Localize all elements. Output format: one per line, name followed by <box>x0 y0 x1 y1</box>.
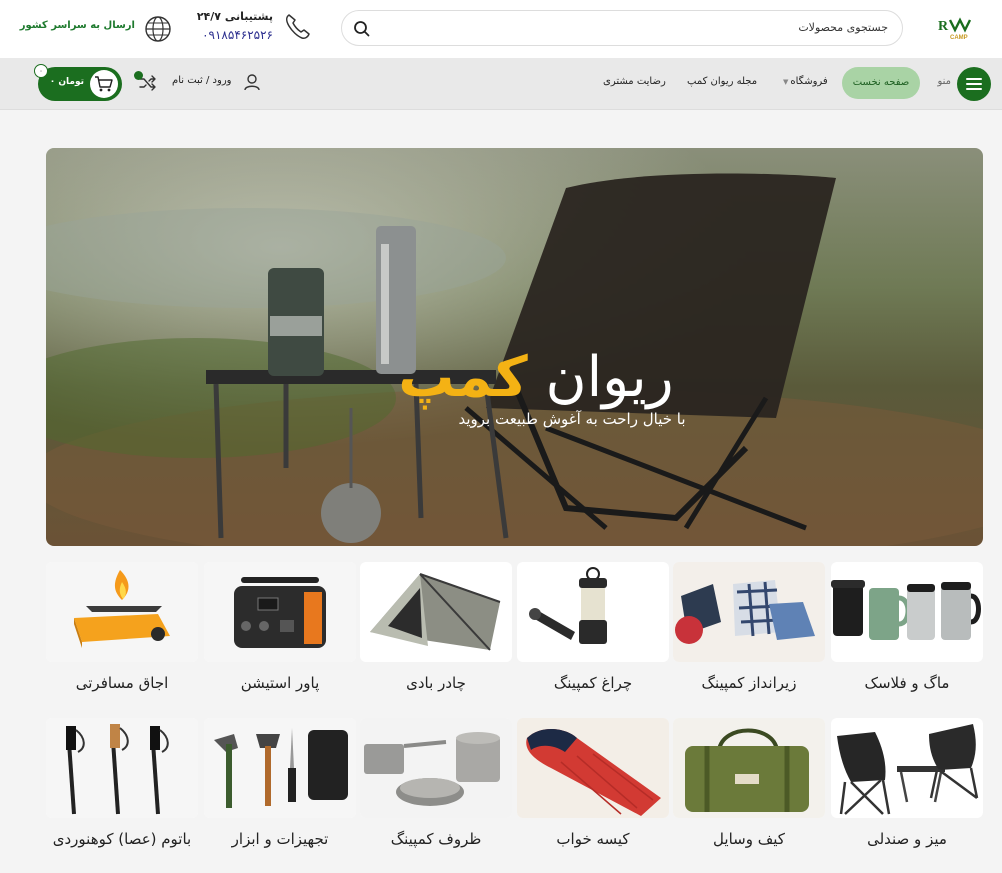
nav-item-shop[interactable]: ▼ فروشگاه <box>783 76 828 87</box>
category-mugs[interactable]: ماگ و فلاسک <box>831 562 983 694</box>
menu-button[interactable] <box>957 67 991 101</box>
hero-subtitle: با خیال راحت به آغوش طبیعت بروید <box>458 410 686 428</box>
category-label: تجهیزات و ابزار <box>231 830 329 848</box>
category-tables-chairs[interactable]: میز و صندلی <box>831 718 983 850</box>
category-cookware[interactable]: ظروف کمپینگ <box>360 718 512 850</box>
support-phone[interactable]: ۰۹۱۸۵۴۶۲۵۲۶ <box>202 28 273 42</box>
category-tools[interactable]: تجهیزات و ابزار <box>204 718 356 850</box>
hero-title: ریوان کمپ <box>376 343 696 413</box>
cart-amount: ۰ تومان <box>49 77 84 87</box>
hero-title-main: ریوان <box>545 345 674 410</box>
tools-icon <box>204 718 356 818</box>
nav-item-magazine[interactable]: مجله ریوان کمپ <box>687 76 757 87</box>
mugs-icon <box>831 562 983 662</box>
power-station-icon <box>204 562 356 662</box>
site-logo[interactable]: R CAMP <box>938 14 978 42</box>
hero-banner[interactable]: ریوان کمپ با خیال راحت به آغوش طبیعت برو… <box>46 148 983 546</box>
chevron-down-icon: ▼ <box>783 78 789 86</box>
category-label: اجاق مسافرتی <box>75 674 169 692</box>
stove-icon <box>46 562 198 662</box>
category-power-stations[interactable]: پاور استیشن <box>204 562 356 694</box>
nav-item-satisfaction[interactable]: رضایت مشتری <box>603 76 666 87</box>
cookware-icon <box>360 718 512 818</box>
trekking-poles-icon <box>46 718 198 818</box>
chairs-icon <box>831 718 983 818</box>
category-label: میز و صندلی <box>867 830 947 848</box>
shipping-label: ارسال به سراسر کشور <box>19 20 135 31</box>
search-input[interactable]: جستجوی محصولات <box>798 21 888 34</box>
lantern-icon <box>517 562 669 662</box>
category-lanterns[interactable]: چراغ کمپینگ <box>517 562 669 694</box>
svg-text:R: R <box>938 19 949 34</box>
category-label: کیف وسایل <box>713 830 785 848</box>
category-label: چراغ کمپینگ <box>553 674 633 692</box>
category-sleeping-bags[interactable]: کیسه خواب <box>517 718 669 850</box>
category-label: پاور استیشن <box>240 674 320 692</box>
bag-icon <box>673 718 825 818</box>
compare-badge <box>134 71 143 80</box>
svg-text:CAMP: CAMP <box>950 35 968 41</box>
category-label: زیرانداز کمپینگ <box>701 674 797 692</box>
category-label: چادر بادی <box>406 674 466 692</box>
category-stoves[interactable]: اجاق مسافرتی <box>46 562 198 694</box>
cart-button[interactable]: ۰ تومان ۰ <box>34 64 122 101</box>
cart-icon-wrap <box>90 70 118 98</box>
search-icon[interactable] <box>352 19 372 39</box>
globe-icon <box>143 14 173 44</box>
tent-icon <box>360 562 512 662</box>
main-nav: منو صفحه نخست ▼ فروشگاه مجله ریوان کمپ رض… <box>0 58 1002 110</box>
support-label: پشتیبانی ۲۴/۷ <box>196 10 273 23</box>
user-icon[interactable] <box>243 73 261 91</box>
phone-icon <box>283 12 311 42</box>
category-label: باتوم (عصا) کوهنوردی <box>52 830 192 848</box>
nav-item-shop-label: فروشگاه <box>790 76 828 87</box>
category-label: ماگ و فلاسک <box>864 674 950 692</box>
category-bags[interactable]: کیف وسایل <box>673 718 825 850</box>
cart-count-badge: ۰ <box>34 64 48 78</box>
category-tents[interactable]: چادر بادی <box>360 562 512 694</box>
top-header: R CAMP جستجوی محصولات پشتیبانی ۲۴/۷ ۰۹۱۸… <box>0 0 1002 58</box>
category-label: ظروف کمپینگ <box>390 830 482 848</box>
menu-label[interactable]: منو <box>937 76 951 87</box>
cart-icon <box>94 75 114 93</box>
nav-item-home[interactable]: صفحه نخست <box>842 67 920 99</box>
search-bar[interactable]: جستجوی محصولات <box>341 10 903 46</box>
login-link[interactable]: ورود / ثبت نام <box>172 75 232 86</box>
category-blankets[interactable]: زیرانداز کمپینگ <box>673 562 825 694</box>
shipping-block: ارسال به سراسر کشور <box>20 14 173 44</box>
blankets-icon <box>673 562 825 662</box>
support-block[interactable]: پشتیبانی ۲۴/۷ ۰۹۱۸۵۴۶۲۵۲۶ <box>197 9 315 49</box>
hero-title-accent: کمپ <box>398 345 528 410</box>
category-trekking-poles[interactable]: باتوم (عصا) کوهنوردی <box>46 718 198 850</box>
category-label: کیسه خواب <box>556 830 630 848</box>
sleeping-bag-icon <box>517 718 669 818</box>
